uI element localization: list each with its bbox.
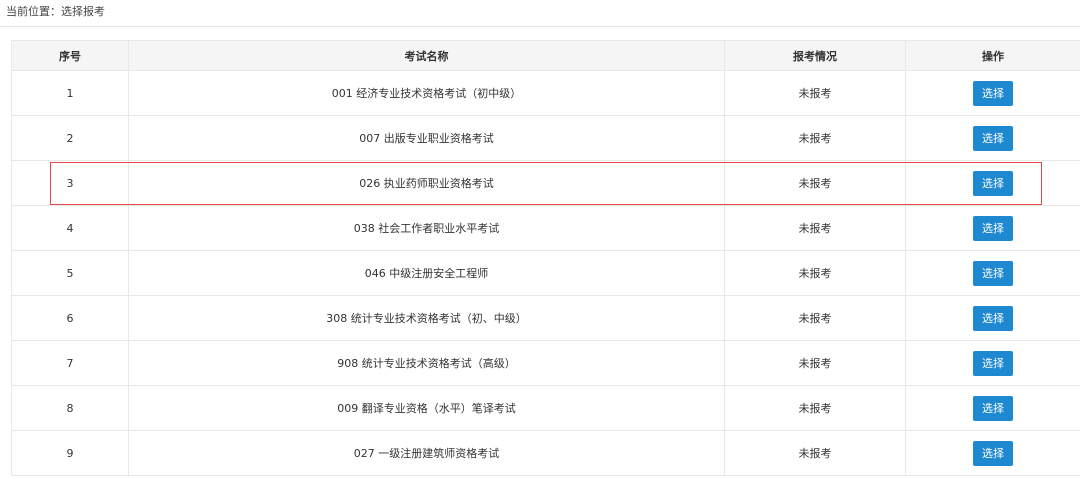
table-row: 1 001 经济专业技术资格考试（初中级） 未报考 选择	[11, 70, 1080, 116]
table-row: 6 308 统计专业技术资格考试（初、中级） 未报考 选择	[11, 295, 1080, 341]
table-row: 8 009 翻译专业资格（水平）笔译考试 未报考 选择	[11, 385, 1080, 431]
row-action-cell: 选择	[905, 250, 1080, 296]
row-index: 5	[11, 250, 129, 296]
row-exam-name: 026 执业药师职业资格考试	[128, 160, 725, 206]
column-header-exam-name: 考试名称	[128, 40, 725, 71]
table-header: 序号 考试名称 报考情况 操作	[11, 40, 1080, 71]
row-action-cell: 选择	[905, 70, 1080, 116]
row-status: 未报考	[724, 115, 906, 161]
row-status: 未报考	[724, 250, 906, 296]
row-action-cell: 选择	[905, 430, 1080, 476]
row-action-cell: 选择	[905, 160, 1080, 206]
select-button[interactable]: 选择	[973, 350, 1013, 376]
row-status: 未报考	[724, 205, 906, 251]
select-button[interactable]: 选择	[973, 215, 1013, 241]
exam-table: 序号 考试名称 报考情况 操作 1 001 经济专业技术资格考试（初中级） 未报…	[11, 40, 1080, 476]
row-action-cell: 选择	[905, 295, 1080, 341]
row-status: 未报考	[724, 430, 906, 476]
select-button[interactable]: 选择	[973, 440, 1013, 466]
table-row: 7 908 统计专业技术资格考试（高级） 未报考 选择	[11, 340, 1080, 386]
row-index: 8	[11, 385, 129, 431]
row-status: 未报考	[724, 295, 906, 341]
select-button[interactable]: 选择	[973, 125, 1013, 151]
row-index: 4	[11, 205, 129, 251]
row-index: 6	[11, 295, 129, 341]
table-row: 3 026 执业药师职业资格考试 未报考 选择	[11, 160, 1080, 206]
select-button[interactable]: 选择	[973, 260, 1013, 286]
row-exam-name: 007 出版专业职业资格考试	[128, 115, 725, 161]
row-action-cell: 选择	[905, 115, 1080, 161]
table-row: 2 007 出版专业职业资格考试 未报考 选择	[11, 115, 1080, 161]
row-status: 未报考	[724, 160, 906, 206]
breadcrumb: 当前位置：选择报考	[6, 5, 105, 18]
row-index: 3	[11, 160, 129, 206]
header-divider	[0, 26, 1080, 27]
row-index: 9	[11, 430, 129, 476]
row-index: 1	[11, 70, 129, 116]
select-button[interactable]: 选择	[973, 170, 1013, 196]
select-button[interactable]: 选择	[973, 395, 1013, 421]
row-exam-name: 027 一级注册建筑师资格考试	[128, 430, 725, 476]
table-body: 1 001 经济专业技术资格考试（初中级） 未报考 选择 2 007 出版专业职…	[11, 70, 1080, 476]
row-status: 未报考	[724, 70, 906, 116]
column-header-index: 序号	[11, 40, 129, 71]
row-index: 2	[11, 115, 129, 161]
row-status: 未报考	[724, 340, 906, 386]
row-exam-name: 908 统计专业技术资格考试（高级）	[128, 340, 725, 386]
row-exam-name: 038 社会工作者职业水平考试	[128, 205, 725, 251]
exam-table-container: 序号 考试名称 报考情况 操作 1 001 经济专业技术资格考试（初中级） 未报…	[11, 40, 1080, 476]
row-exam-name: 009 翻译专业资格（水平）笔译考试	[128, 385, 725, 431]
row-index: 7	[11, 340, 129, 386]
table-header-row: 序号 考试名称 报考情况 操作	[11, 40, 1080, 71]
column-header-status: 报考情况	[724, 40, 906, 71]
row-status: 未报考	[724, 385, 906, 431]
table-row: 4 038 社会工作者职业水平考试 未报考 选择	[11, 205, 1080, 251]
row-action-cell: 选择	[905, 205, 1080, 251]
column-header-action: 操作	[905, 40, 1080, 71]
row-exam-name: 001 经济专业技术资格考试（初中级）	[128, 70, 725, 116]
row-action-cell: 选择	[905, 385, 1080, 431]
table-row: 5 046 中级注册安全工程师 未报考 选择	[11, 250, 1080, 296]
select-button[interactable]: 选择	[973, 305, 1013, 331]
table-row: 9 027 一级注册建筑师资格考试 未报考 选择	[11, 430, 1080, 476]
row-action-cell: 选择	[905, 340, 1080, 386]
row-exam-name: 308 统计专业技术资格考试（初、中级）	[128, 295, 725, 341]
row-exam-name: 046 中级注册安全工程师	[128, 250, 725, 296]
select-button[interactable]: 选择	[973, 80, 1013, 106]
